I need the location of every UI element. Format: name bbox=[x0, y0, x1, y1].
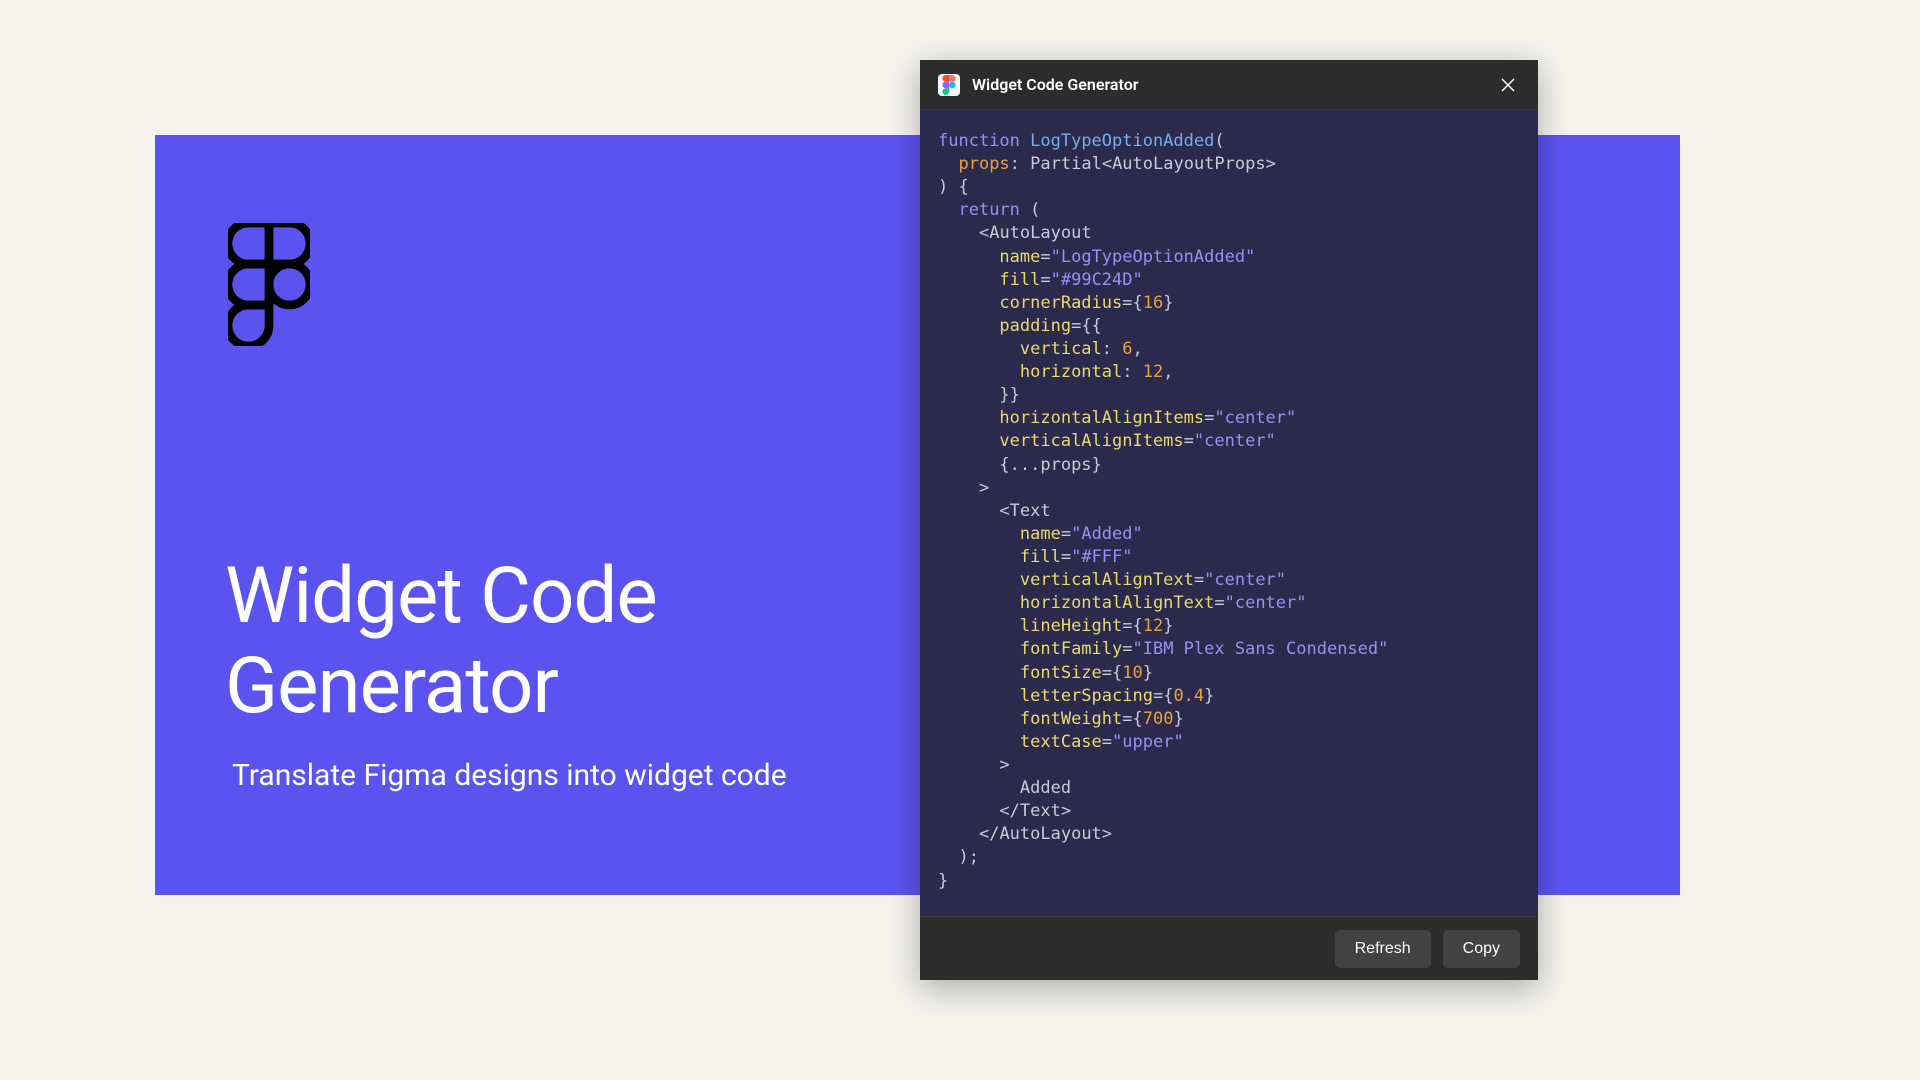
figma-app-icon bbox=[938, 74, 960, 96]
figma-logo-icon bbox=[228, 223, 310, 341]
window-title: Widget Code Generator bbox=[972, 75, 1496, 94]
refresh-button[interactable]: Refresh bbox=[1335, 930, 1431, 968]
window-header: Widget Code Generator bbox=[920, 60, 1538, 110]
hero-title: Widget Code Generator bbox=[225, 552, 657, 731]
hero-subtitle: Translate Figma designs into widget code bbox=[232, 758, 787, 793]
generated-code: function LogTypeOptionAdded( props: Part… bbox=[938, 130, 1520, 893]
close-icon[interactable] bbox=[1496, 73, 1520, 97]
hero-title-line1: Widget Code bbox=[225, 551, 657, 642]
copy-button[interactable]: Copy bbox=[1443, 930, 1520, 968]
hero-title-line2: Generator bbox=[225, 641, 558, 732]
window-footer: Refresh Copy bbox=[920, 916, 1538, 980]
code-generator-window: Widget Code Generator function LogTypeOp… bbox=[920, 60, 1538, 980]
code-display-area[interactable]: function LogTypeOptionAdded( props: Part… bbox=[920, 110, 1538, 916]
